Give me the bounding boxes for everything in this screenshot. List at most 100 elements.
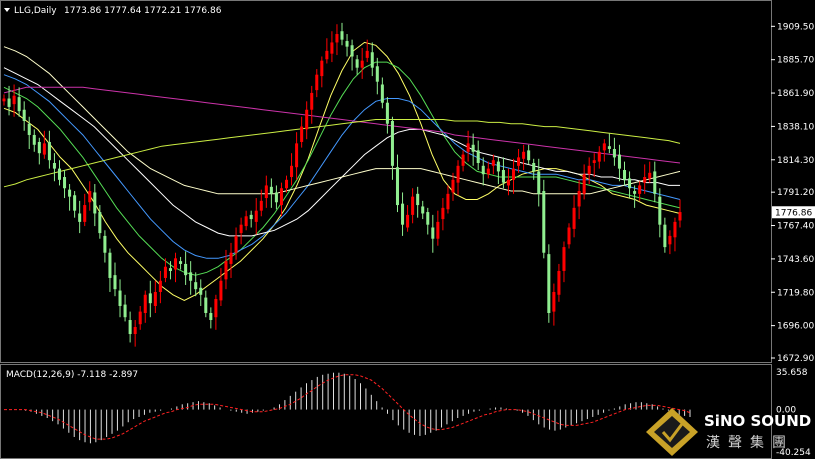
candle-body [547, 254, 551, 314]
candle-body [441, 207, 445, 220]
candle-body [234, 235, 238, 253]
current-price-marker: 1776.86 [772, 206, 815, 219]
candle-body [78, 213, 82, 222]
candle-body [305, 109, 309, 130]
candle-body [174, 258, 178, 270]
symbol-header: LLG,Daily 1773.86 1777.64 1772.21 1776.8… [4, 6, 222, 16]
candle-body [259, 200, 263, 211]
candle-body [506, 179, 510, 186]
candle-body [2, 98, 6, 102]
candle-body [678, 212, 682, 221]
candle-body [653, 171, 657, 194]
candle-body [274, 192, 278, 203]
candle-body [461, 154, 465, 166]
candle-body [254, 210, 258, 222]
candle-body [103, 235, 107, 253]
price-axis-label: 1791.20 [777, 188, 814, 198]
candle-body [638, 185, 642, 194]
candle-body [290, 165, 294, 178]
candle-body [517, 157, 521, 166]
candle-body [597, 151, 601, 162]
candle-body [37, 141, 41, 154]
candle-body [557, 270, 561, 295]
candle-body [643, 177, 647, 183]
candle-body [350, 45, 354, 57]
candle-body [360, 60, 364, 68]
price-axis-label: 1909.50 [777, 22, 814, 32]
candle-body [83, 205, 87, 222]
candle-body [648, 172, 652, 179]
candle-body [163, 266, 167, 278]
price-axis-label: 1767.40 [777, 222, 814, 232]
candle-body [295, 143, 299, 168]
candle-body [279, 188, 283, 206]
price-axis-label: 1838.10 [777, 122, 814, 132]
candle-body [219, 280, 223, 301]
candle-body [330, 42, 334, 54]
candle-body [512, 168, 516, 180]
candle-body [52, 163, 56, 169]
candle-body [572, 207, 576, 229]
macd-header: MACD(12,26,9) -7.118 -2.897 [6, 370, 138, 380]
candle-body [264, 185, 268, 199]
candle-body [244, 216, 248, 227]
candle-body [12, 95, 16, 105]
price-axis-label: 1885.70 [777, 56, 814, 66]
candle-body [486, 168, 490, 175]
price-axis-label: 1672.90 [777, 354, 814, 364]
price-chart: 1909.50 1885.70 1861.90 1838.10 1814.30 1791.… [0, 0, 815, 459]
price-axis-label: 1719.80 [777, 288, 814, 298]
candle-body [148, 293, 152, 304]
candle-body [88, 191, 92, 203]
candle-body [57, 168, 62, 180]
candle-body [269, 186, 273, 194]
candle-body [466, 143, 470, 152]
candle-body [481, 165, 485, 175]
candle-body [113, 275, 117, 290]
candle-body [451, 179, 455, 193]
candle-body [224, 261, 228, 280]
candle-body [32, 134, 36, 145]
candle-body [522, 151, 526, 159]
candle-body [527, 150, 531, 161]
candle-body [562, 247, 566, 271]
candle-body [411, 196, 415, 215]
candle-body [456, 165, 460, 183]
candle-body [310, 92, 314, 110]
candle-body [133, 327, 137, 335]
candle-body [537, 171, 541, 194]
candle-body [179, 261, 183, 264]
candle-body [284, 179, 289, 189]
macd-axis-label: 35.658 [776, 368, 808, 378]
candle-body [209, 313, 213, 321]
candle-body [607, 146, 611, 149]
candle-body [421, 206, 425, 214]
price-axis-label: 1861.90 [777, 89, 814, 99]
candle-body [17, 97, 21, 112]
candle-body [340, 31, 344, 40]
candle-body [380, 84, 384, 103]
brand-name: SiNO SOUND [704, 412, 811, 430]
candle-body [416, 193, 420, 206]
candle-body [633, 191, 637, 194]
candle-body [406, 214, 410, 228]
candle-body [7, 98, 11, 107]
candle-body [300, 126, 304, 142]
candle-body [168, 268, 172, 271]
candle-body [153, 291, 157, 306]
candle-body [587, 165, 591, 175]
candle-body [345, 41, 349, 47]
candle-body [73, 195, 77, 211]
candle-body [375, 66, 379, 82]
candle-body [385, 102, 389, 124]
candle-body [668, 235, 672, 245]
candle-body [22, 109, 26, 121]
candle-body [628, 178, 632, 189]
candle-body [436, 221, 440, 239]
candle-body [542, 191, 546, 253]
candle-body [582, 174, 586, 194]
price-axis-label: 1814.30 [777, 156, 814, 166]
candle-body [471, 144, 475, 152]
candle-body [431, 227, 435, 239]
candle-body [532, 163, 536, 172]
